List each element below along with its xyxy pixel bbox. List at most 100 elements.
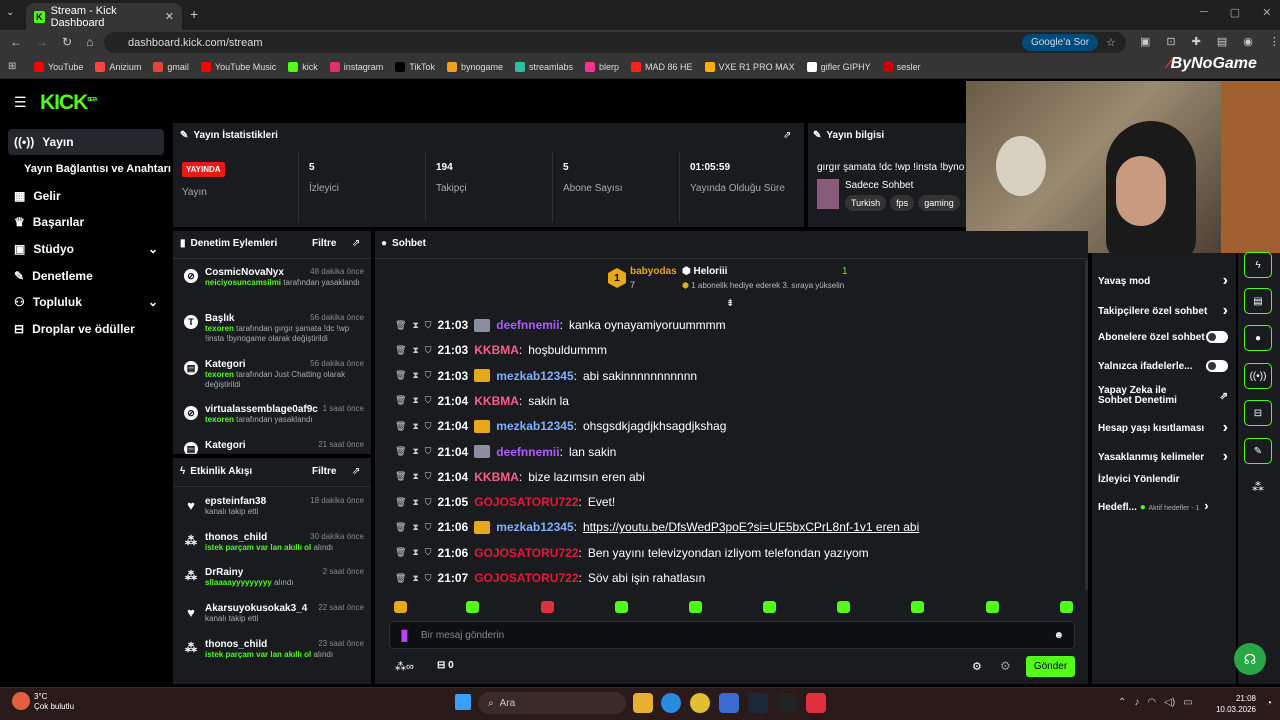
bookmark-star-icon[interactable]: ☆ (1106, 36, 1116, 49)
kick-logo[interactable]: KICKBETA (40, 91, 98, 115)
chat-message[interactable]: 🗑 ⧗ ⛉ 21:05 GOJOSATORU722: Evet! (395, 492, 1085, 512)
mod-action-item[interactable]: ⊘ virtualassemblage0af9c 1 saat önce texore… (178, 404, 364, 432)
points-icon[interactable]: ⁂∞ (395, 660, 414, 673)
tab-search-icon[interactable]: ⊡ (1166, 35, 1175, 48)
expand-icon[interactable]: ⇗ (352, 238, 360, 249)
chat-message[interactable]: 🗑 ⧗ ⛉ 21:07 GOJOSATORU722: Söv abi işin rahat… (395, 568, 1085, 588)
url-input[interactable]: dashboard.kick.com/stream (104, 32, 1126, 53)
steam-icon[interactable] (748, 693, 768, 713)
chat-setting-row[interactable]: Yavaş mod › (1098, 272, 1228, 290)
activity-item[interactable]: ⁂ thonos_child 30 dakika önce istek parçam … (178, 532, 364, 560)
chat-setting-row[interactable]: Abonelere özel sohbet (1098, 331, 1228, 343)
timeout-icon[interactable]: ⧗ (412, 421, 418, 432)
bookmark-item[interactable]: sesler (882, 61, 921, 72)
chrome-icon[interactable] (690, 693, 710, 713)
apps-icon[interactable]: ⊞ (8, 61, 16, 72)
goals-row[interactable]: Hedefl... ● Aktif hedefler - 1 › (1098, 498, 1209, 513)
chat-message[interactable]: 🗑 ⧗ ⛉ 21:06 GOJOSATORU722: Ben yayını televiz… (395, 543, 1085, 563)
chat-message[interactable]: 🗑 ⧗ ⛉ 21:04 KKBMA: bize lazımsın eren abi (395, 467, 1085, 487)
message-username[interactable]: deefnnemii (496, 445, 559, 459)
back-icon[interactable]: ← (10, 35, 22, 49)
bookmark-item[interactable]: blerp (585, 61, 619, 72)
bookmark-item[interactable]: gifler GIPHY (806, 61, 871, 72)
chat-message[interactable]: 🗑 ⧗ ⛉ 21:04 mezkab12345: ohsgsdkjagdjkhsagdjk… (395, 416, 1085, 436)
chat-scrollbar[interactable] (1085, 260, 1088, 590)
message-username[interactable]: mezkab12345 (496, 520, 573, 534)
bookmark-item[interactable]: gmail (153, 61, 189, 72)
file-explorer-icon[interactable] (633, 693, 653, 713)
forward-icon[interactable]: → (36, 35, 48, 49)
sidebar-item-droplar[interactable]: ⊟ Droplar ve ödüller (8, 316, 164, 342)
taskbar-search[interactable]: ⌕ Ara (478, 692, 626, 714)
message-username[interactable]: mezkab12345 (496, 369, 573, 383)
activity-item[interactable]: ⁂ thonos_child 23 saat önce istek parçam va… (178, 639, 364, 667)
clock[interactable]: 21:08 10.03.2026 (1212, 693, 1256, 715)
delete-message-icon[interactable]: 🗑 (395, 421, 406, 432)
home-icon[interactable]: ⌂ (86, 35, 93, 49)
delete-message-icon[interactable]: 🗑 (395, 395, 406, 406)
chat-message[interactable]: 🗑 ⧗ ⛉ 21:03 KKBMA: hoşbuldummm (395, 340, 1085, 360)
message-username[interactable]: KKBMA (474, 394, 519, 408)
timeout-icon[interactable]: ⧗ (412, 446, 418, 457)
activity-item[interactable]: ♥ epsteinfan38 18 dakika önce kanalı takip … (178, 496, 364, 524)
chat-message[interactable]: 🗑 ⧗ ⛉ 21:06 mezkab12345: https://youtu.be/Dfs… (395, 517, 1085, 537)
mod-filter-button[interactable]: Filtre (312, 238, 336, 249)
reading-list-icon[interactable]: ▤ (1217, 35, 1227, 48)
minimize-icon[interactable]: ─ (1200, 6, 1208, 19)
windows-start-icon[interactable] (455, 694, 471, 710)
activity-item[interactable]: ♥ Akarsuyokusokak3_4 22 saat önce kanalı ta… (178, 603, 364, 631)
quick-action-notes-icon[interactable]: ▤ (1244, 288, 1272, 314)
tab-list-icon[interactable]: ⌄ (6, 7, 14, 18)
mod-action-item[interactable]: ▤ Kategori 21 saat önce (178, 440, 364, 454)
battery-icon[interactable]: ▭ (1183, 697, 1192, 708)
emote-icon[interactable] (1060, 601, 1073, 613)
bookmark-item[interactable]: MAD 86 HE (631, 61, 693, 72)
sidebar-item-yayin[interactable]: ((•)) Yayın (8, 129, 164, 155)
store-app-icon[interactable] (719, 693, 739, 713)
bookmark-item[interactable]: instagram (329, 61, 383, 72)
emote-icon[interactable] (763, 601, 776, 613)
maximize-icon[interactable]: ▢ (1230, 6, 1240, 19)
second-gifter[interactable]: ⬢ Heloriii (682, 266, 727, 277)
delete-message-icon[interactable]: 🗑 (395, 446, 406, 457)
ban-user-icon[interactable]: ⛉ (425, 522, 432, 533)
quick-action-wrench-icon[interactable]: ✎ (1244, 438, 1272, 464)
activity-item[interactable]: ⁂ DrRainy 2 saat önce sllaaaayyyyyyyyy alın… (178, 567, 364, 595)
network-icon[interactable]: ◠ (1147, 697, 1156, 708)
chat-message[interactable]: 🗑 ⧗ ⛉ 21:04 deefnnemii: lan sakin (395, 442, 1085, 462)
weather-widget[interactable]: 3°C Çok bulutlu (34, 692, 74, 712)
delete-message-icon[interactable]: 🗑 (395, 522, 406, 533)
points-display[interactable]: ⊟ 0 (437, 660, 454, 671)
message-username[interactable]: mezkab12345 (496, 419, 573, 433)
chat-message[interactable]: 🗑 ⧗ ⛉ 21:04 KKBMA: sakin la (395, 391, 1085, 411)
activity-filter-button[interactable]: Filtre (312, 466, 336, 477)
browser-tab[interactable]: K Stream - Kick Dashboard ✕ (26, 3, 182, 30)
mod-action-item[interactable]: T Başlık 56 dakika önce texoren tarafından … (178, 313, 364, 353)
emoji-picker-icon[interactable]: ☻ (1053, 630, 1064, 641)
bookmark-item[interactable]: TikTok (395, 61, 435, 72)
mod-action-item[interactable]: ▤ Kategori 56 dakika önce texoren tarafında… (178, 359, 364, 395)
bookmark-item[interactable]: VXE R1 PRO MAX (704, 61, 795, 72)
bookmark-item[interactable]: kick (288, 61, 318, 72)
emote-icon[interactable] (837, 601, 850, 613)
menu-icon[interactable]: ⋮ (1269, 35, 1280, 48)
delete-message-icon[interactable]: 🗑 (395, 320, 406, 331)
setting-toggle[interactable] (1206, 331, 1228, 343)
sidebar-item-studyo[interactable]: ▣ Stüdyo ⌄ (8, 236, 164, 262)
new-tab-icon[interactable]: + (190, 6, 198, 22)
timeout-icon[interactable]: ⧗ (412, 573, 418, 584)
emote-icon[interactable] (615, 601, 628, 613)
chat-settings-icon[interactable]: ⚙ (972, 660, 982, 673)
chat-setting-row[interactable]: Yapay Zeka ile Sohbet Denetimi ⇗ (1098, 386, 1228, 406)
ban-user-icon[interactable]: ⛉ (425, 573, 432, 584)
ban-user-icon[interactable]: ⛉ (425, 320, 432, 331)
chat-setting-row[interactable]: Takipçilere özel sohbet › (1098, 302, 1228, 320)
chat-setting-row[interactable]: Yalnızca ifadelerle... (1098, 360, 1228, 372)
sidebar-item-topluluk[interactable]: ⚇ Topluluk ⌄ (8, 289, 164, 315)
sidebar-item-basarilar[interactable]: ♛ Başarılar (8, 209, 164, 235)
sidebar-item-gelir[interactable]: ▦ Gelir (8, 183, 164, 209)
chat-setting-row[interactable]: Hesap yaşı kısıtlaması › (1098, 419, 1228, 437)
message-username[interactable]: KKBMA (474, 343, 519, 357)
bookmark-item[interactable]: bynogame (446, 61, 503, 72)
quick-action-chat-icon[interactable]: ● (1244, 325, 1272, 351)
